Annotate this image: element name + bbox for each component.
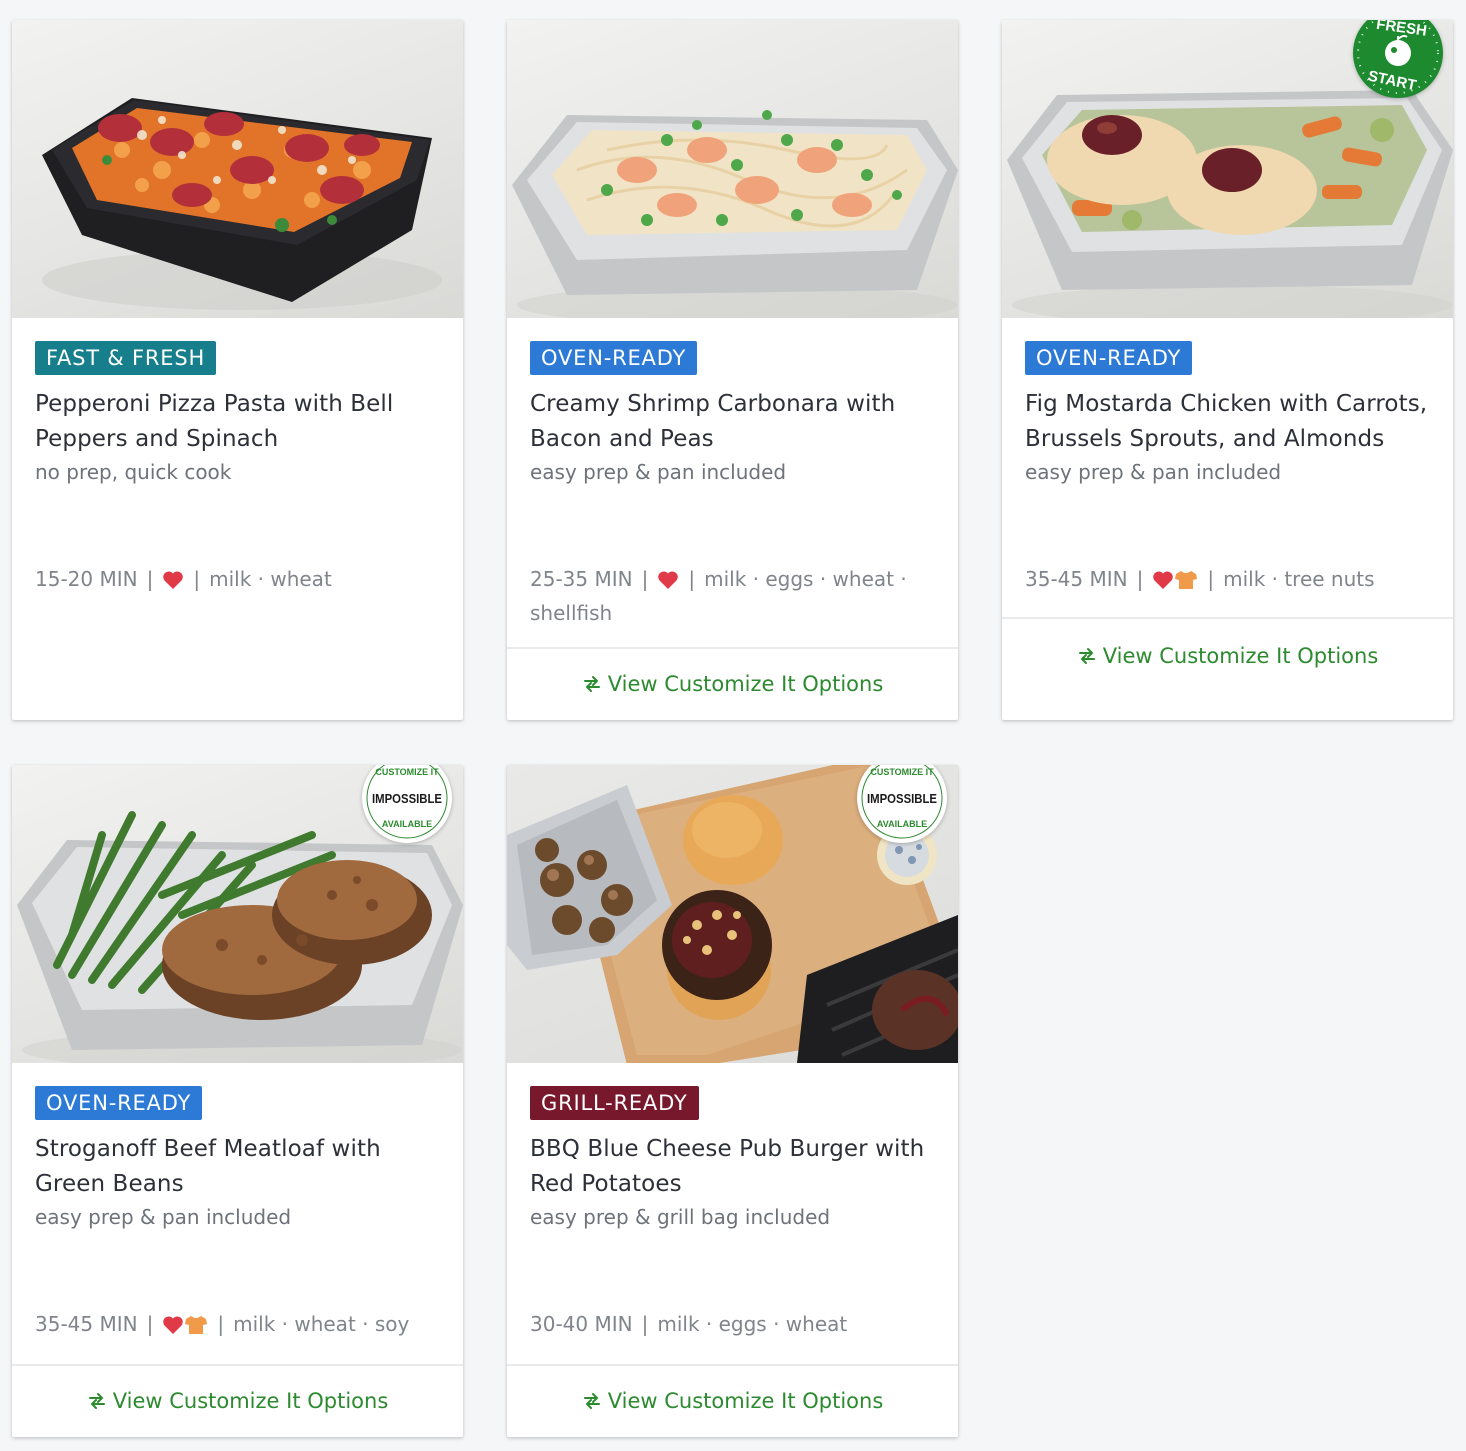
allergens: milk · wheat bbox=[209, 567, 332, 591]
heart-icon bbox=[1153, 571, 1174, 589]
impossible-bottom-text: AVAILABLE bbox=[877, 819, 927, 829]
allergens: milk · eggs · wheat bbox=[657, 1312, 848, 1336]
fresh-start-icon: FRESH START bbox=[1357, 20, 1439, 94]
customize-label: View Customize It Options bbox=[607, 1389, 884, 1413]
chef-shirt-icon bbox=[185, 1316, 208, 1334]
meal-subtitle: no prep, quick cook bbox=[35, 460, 232, 484]
meal-meta: 15-20 MIN | | milk · wheat bbox=[35, 564, 445, 598]
meal-card[interactable]: OVEN-READY Creamy Shrimp Carbonara with … bbox=[507, 20, 958, 720]
meal-card[interactable]: FRESH START OVEN-READY Fig Mostarda Chic… bbox=[1002, 20, 1453, 720]
meal-icons bbox=[657, 568, 679, 598]
meal-meta: 25-35 MIN | | milk · eggs · wheat · shellfi… bbox=[530, 567, 907, 625]
heart-icon bbox=[658, 571, 679, 589]
customize-label: View Customize It Options bbox=[1102, 644, 1379, 668]
meal-image[interactable] bbox=[12, 20, 463, 318]
meal-image[interactable]: CUSTOMIZE IT IMPOSSIBLE AVAILABLE bbox=[12, 765, 463, 1063]
meal-grid: FAST & FRESH Pepperoni Pizza Pasta with … bbox=[0, 0, 1466, 1451]
customize-options-link[interactable]: View Customize It Options bbox=[12, 1364, 463, 1437]
fresh-start-badge: FRESH START bbox=[1353, 20, 1443, 98]
heart-icon bbox=[163, 571, 184, 589]
cook-time: 30-40 MIN bbox=[530, 1312, 633, 1336]
customize-options-link[interactable]: View Customize It Options bbox=[507, 647, 958, 720]
swap-icon bbox=[582, 674, 602, 694]
meal-card[interactable]: CUSTOMIZE IT IMPOSSIBLE AVAILABLE OVEN-R… bbox=[12, 765, 463, 1437]
meal-subtitle: easy prep & grill bag included bbox=[530, 1205, 831, 1229]
meal-meta: 35-45 MIN | | milk · tree nuts bbox=[1025, 564, 1435, 598]
meal-subtitle: easy prep & pan included bbox=[530, 460, 787, 484]
customize-label: View Customize It Options bbox=[607, 672, 884, 696]
meal-badge: OVEN-READY bbox=[1025, 341, 1193, 375]
meal-card[interactable]: CUSTOMIZE IT IMPOSSIBLE AVAILABLE GRILL-… bbox=[507, 765, 958, 1437]
meal-subtitle: easy prep & pan included bbox=[35, 1205, 292, 1229]
customize-options-link[interactable]: View Customize It Options bbox=[1002, 617, 1453, 720]
meal-meta: 30-40 MIN | milk · eggs · wheat bbox=[530, 1312, 848, 1336]
meal-card[interactable]: FAST & FRESH Pepperoni Pizza Pasta with … bbox=[12, 20, 463, 720]
impossible-badge: CUSTOMIZE IT IMPOSSIBLE AVAILABLE bbox=[857, 765, 947, 843]
impossible-top-text: CUSTOMIZE IT bbox=[375, 767, 439, 777]
meal-title[interactable]: Stroganoff Beef Meatloaf with Green Bean… bbox=[35, 1132, 441, 1202]
meal-image[interactable] bbox=[507, 20, 958, 318]
meal-image[interactable]: CUSTOMIZE IT IMPOSSIBLE AVAILABLE bbox=[507, 765, 958, 1063]
meal-badge: OVEN-READY bbox=[530, 341, 698, 375]
cook-time: 15-20 MIN bbox=[35, 567, 138, 591]
meal-badge: FAST & FRESH bbox=[35, 341, 217, 375]
impossible-icon: CUSTOMIZE IT IMPOSSIBLE AVAILABLE bbox=[861, 765, 943, 839]
impossible-badge: CUSTOMIZE IT IMPOSSIBLE AVAILABLE bbox=[362, 765, 452, 843]
allergens: milk · tree nuts bbox=[1223, 567, 1375, 591]
meal-meta: 35-45 MIN | | milk · wheat · soy bbox=[35, 1309, 445, 1343]
heart-icon bbox=[163, 1316, 184, 1334]
swap-icon bbox=[87, 1391, 107, 1411]
impossible-wordmark: IMPOSSIBLE bbox=[372, 791, 442, 806]
impossible-wordmark: IMPOSSIBLE bbox=[867, 791, 937, 806]
pepperoni-pasta-photo bbox=[42, 98, 442, 310]
meal-icons bbox=[1152, 568, 1198, 598]
customize-label: View Customize It Options bbox=[112, 1389, 389, 1413]
fresh-start-bottom-text: START bbox=[1366, 67, 1417, 94]
chef-shirt-icon bbox=[1175, 571, 1198, 589]
meal-title[interactable]: Fig Mostarda Chicken with Carrots, Bruss… bbox=[1025, 387, 1431, 457]
impossible-bottom-text: AVAILABLE bbox=[382, 819, 432, 829]
customize-options-link[interactable]: View Customize It Options bbox=[507, 1364, 958, 1437]
allergens: milk · wheat · soy bbox=[233, 1312, 410, 1336]
meal-icons bbox=[162, 568, 184, 598]
swap-icon bbox=[1077, 646, 1097, 666]
meal-title[interactable]: BBQ Blue Cheese Pub Burger with Red Pota… bbox=[530, 1132, 936, 1202]
impossible-icon: CUSTOMIZE IT IMPOSSIBLE AVAILABLE bbox=[366, 765, 448, 839]
impossible-top-text: CUSTOMIZE IT bbox=[870, 767, 934, 777]
meal-badge: OVEN-READY bbox=[35, 1086, 203, 1120]
meal-title[interactable]: Creamy Shrimp Carbonara with Bacon and P… bbox=[530, 387, 936, 457]
meal-image[interactable]: FRESH START bbox=[1002, 20, 1453, 318]
meal-title[interactable]: Pepperoni Pizza Pasta with Bell Peppers … bbox=[35, 387, 441, 457]
meal-badge: GRILL-READY bbox=[530, 1086, 699, 1120]
cook-time: 35-45 MIN bbox=[35, 1312, 138, 1336]
cook-time: 25-35 MIN bbox=[530, 567, 633, 591]
meal-icons bbox=[162, 1313, 208, 1343]
shrimp-carbonara-photo bbox=[512, 110, 958, 318]
meal-subtitle: easy prep & pan included bbox=[1025, 460, 1282, 484]
swap-icon bbox=[582, 1391, 602, 1411]
cook-time: 35-45 MIN bbox=[1025, 567, 1128, 591]
